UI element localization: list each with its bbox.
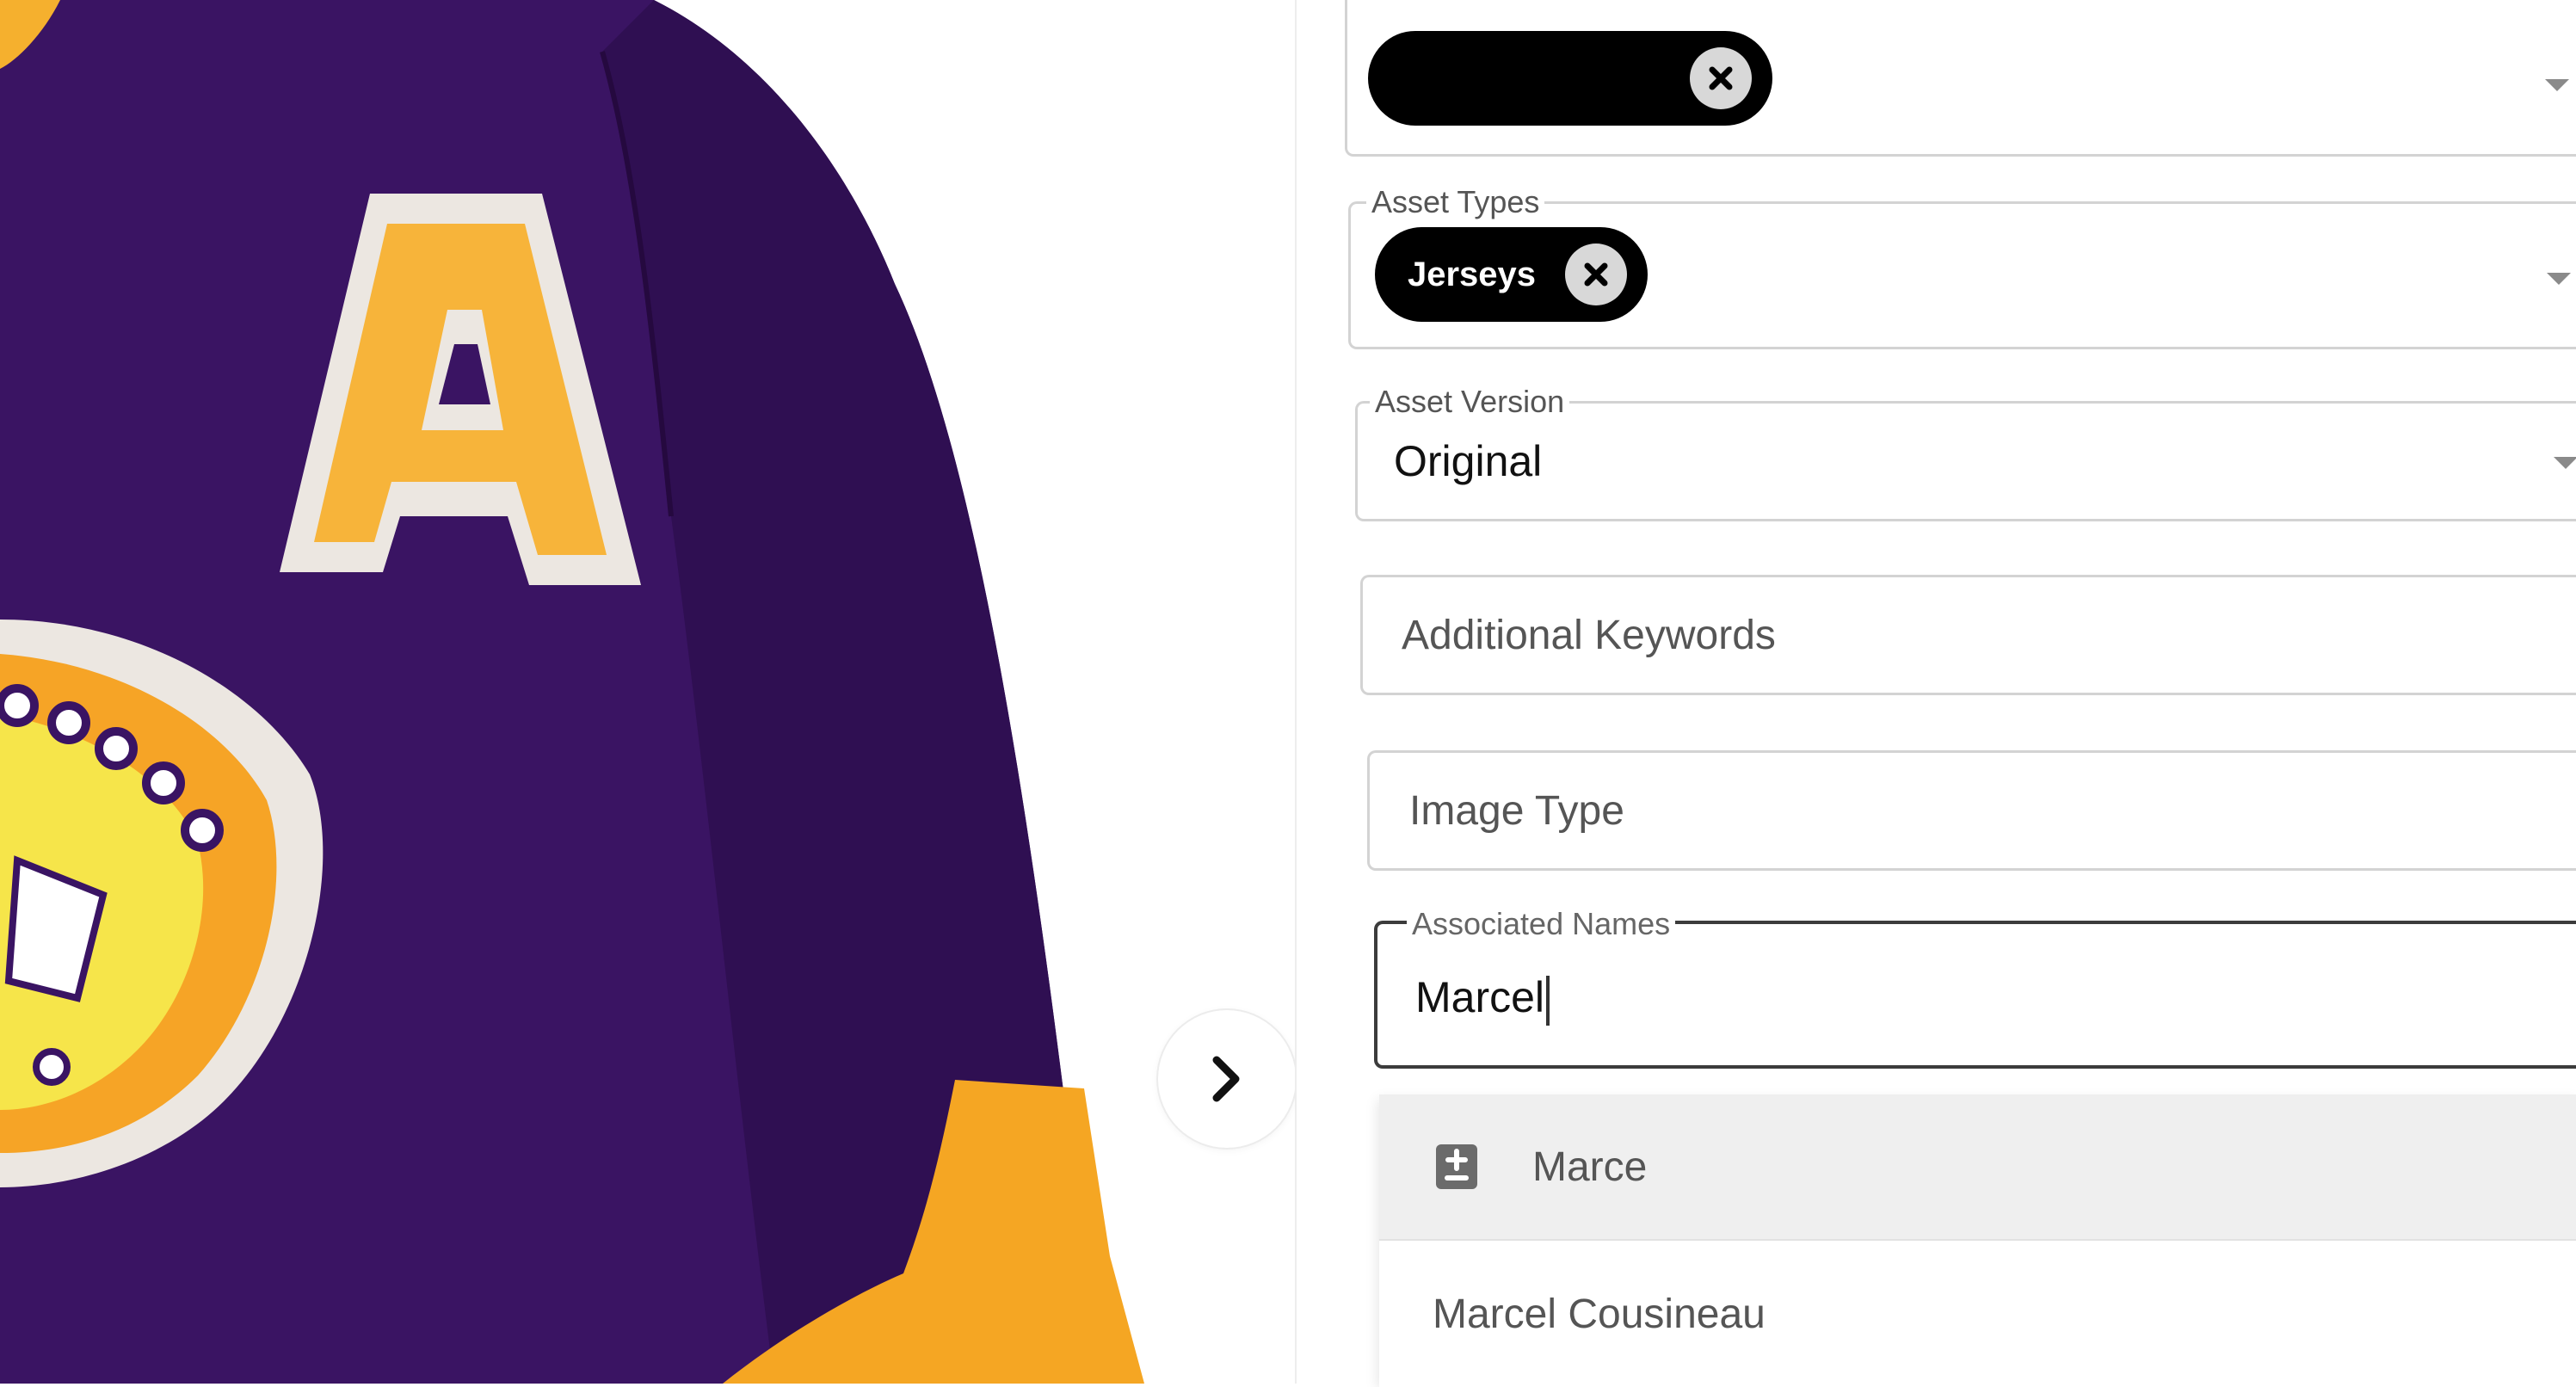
chevron-right-icon [1212,1056,1240,1102]
chevron-down-icon[interactable] [2554,457,2576,469]
image-type-placeholder: Image Type [1409,788,1624,834]
next-image-button[interactable] [1158,1010,1296,1148]
jersey-image [0,0,1205,1384]
asset-type-chip-jerseys: Jerseys [1375,227,1649,322]
suggestion-label: Marcel Cousineau [1433,1291,1766,1337]
chevron-down-icon[interactable] [2545,79,2569,91]
asset-version-field[interactable]: Asset Version Original [1355,385,2576,521]
asset-version-value: Original [1394,437,1543,485]
asset-type-chip-label: Jerseys [1408,255,1537,293]
text-caret [1546,975,1550,1026]
add-contact-icon [1434,1143,1479,1191]
image-type-field[interactable]: Image Type [1367,750,2576,871]
additional-keywords-field[interactable]: Additional Keywords [1360,575,2576,695]
jersey-illustration [0,0,1144,1384]
asset-types-label: Asset Types [1366,185,1545,219]
suggestion-option[interactable]: Marcel Cousineau [1379,1241,2576,1387]
top-field-chip [1368,31,1772,126]
top-select-field[interactable] [1345,0,2576,157]
asset-types-field[interactable]: Asset Types Jerseys [1348,185,2576,349]
associated-names-label: Associated Names [1407,907,1676,941]
chip-close-icon[interactable] [1565,243,1628,305]
chevron-down-icon[interactable] [2547,273,2571,285]
associated-names-value: Marcel [1415,973,1545,1021]
chip-close-icon[interactable] [1690,47,1752,109]
associated-names-field[interactable]: Associated Names Marcel [1374,907,2576,1069]
associated-names-input: Marcel [1415,972,1550,1026]
suggestion-add-option[interactable]: Marce [1379,1094,2576,1241]
suggestion-label: Marce [1532,1144,1648,1190]
asset-version-label: Asset Version [1370,385,1570,419]
additional-keywords-placeholder: Additional Keywords [1402,613,1776,658]
